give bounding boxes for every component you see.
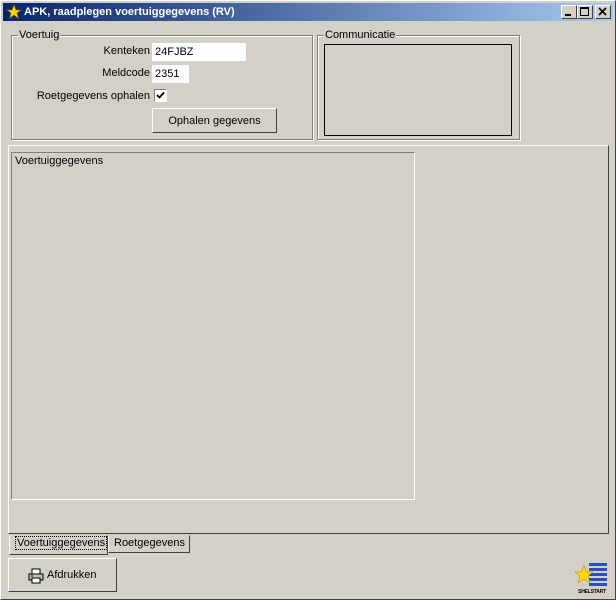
afdrukken-label: Afdrukken <box>47 569 97 581</box>
communicatie-group: Communicatie <box>317 28 520 140</box>
tab-voertuiggegevens-label: Voertuiggegevens <box>15 536 108 550</box>
shelstart-logo: SHELSTART <box>574 561 609 595</box>
minimize-button[interactable] <box>561 5 577 19</box>
voertuiggegevens-group: Voertuiggegevens <box>11 152 415 500</box>
close-icon <box>598 7 607 16</box>
tab-roetgegevens-label: Roetgegevens <box>114 537 185 549</box>
maximize-icon <box>580 7 589 16</box>
meldcode-label: Meldcode <box>102 67 150 79</box>
roetgegevens-label: Roetgegevens ophalen <box>36 90 150 102</box>
kenteken-field[interactable] <box>152 43 246 61</box>
maximize-button[interactable] <box>577 5 593 19</box>
tab-page: Voertuiggegevens <box>8 145 609 534</box>
meldcode-field[interactable] <box>152 65 189 83</box>
printer-icon <box>28 568 44 584</box>
voertuiggegevens-legend: Voertuiggegevens <box>15 155 104 167</box>
ophalen-gegevens-button[interactable]: Ophalen gegevens <box>152 108 277 133</box>
voertuig-group: Voertuig Kenteken Meldcode Roetgegevens … <box>11 28 313 140</box>
roetgegevens-checkbox[interactable] <box>154 89 167 102</box>
window-title: APK, raadplegen voertuiggegevens (RV) <box>24 6 235 18</box>
star-app-icon <box>6 4 22 20</box>
communicatie-display <box>324 44 512 136</box>
app-window: APK, raadplegen voertuiggegevens (RV) Vo… <box>0 0 616 600</box>
title-bar[interactable]: APK, raadplegen voertuiggegevens (RV) <box>3 3 613 21</box>
checkmark-icon <box>156 91 165 99</box>
minimize-icon <box>565 14 571 16</box>
logo-text: SHELSTART <box>578 589 606 595</box>
communicatie-legend: Communicatie <box>324 28 397 42</box>
close-button[interactable] <box>595 5 611 19</box>
tab-voertuiggegevens[interactable]: Voertuiggegevens <box>9 535 108 555</box>
voertuig-legend: Voertuig <box>18 28 61 42</box>
tab-roetgegevens[interactable]: Roetgegevens <box>108 535 190 553</box>
kenteken-label: Kenteken <box>103 45 150 57</box>
afdrukken-button[interactable]: Afdrukken <box>8 558 117 592</box>
